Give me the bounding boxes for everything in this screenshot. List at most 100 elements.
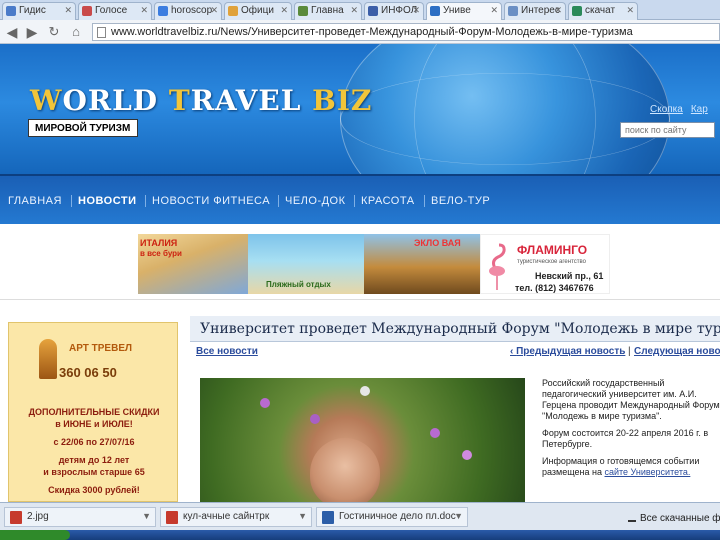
- header-links: Скопка Кар: [650, 104, 716, 115]
- close-tab-icon[interactable]: ✕: [490, 5, 498, 16]
- main-nav: ГЛАВНАЯ НОВОСТИ НОВОСТИ ФИТНЕСА ЧЕЛО-ДОК…: [0, 174, 720, 224]
- agency-phone: тел. (812) 3467676: [515, 283, 594, 293]
- browser-tab-active[interactable]: Униве ✕: [426, 2, 502, 21]
- chevron-down-icon[interactable]: ▼: [142, 511, 151, 521]
- next-news-link[interactable]: Следующая новос: [634, 346, 720, 357]
- browser-tab[interactable]: Интерес ✕: [504, 2, 566, 20]
- home-icon[interactable]: ⌂: [68, 24, 84, 40]
- browser-tab[interactable]: Главна ✕: [294, 2, 362, 20]
- browser-tab[interactable]: Голосе ✕: [78, 2, 152, 20]
- tab-label: Гидис: [19, 5, 46, 16]
- tab-label: Голосе: [95, 5, 128, 16]
- url-field[interactable]: www.worldtravelbiz.ru/News/Университет-п…: [92, 23, 720, 41]
- pdf-file-icon: [166, 511, 178, 524]
- download-item[interactable]: 2.jpg ▼: [4, 507, 156, 527]
- tab-label: Главна: [311, 5, 344, 16]
- nav-divider: [424, 195, 425, 207]
- header-link[interactable]: Кар: [691, 104, 708, 115]
- forward-icon[interactable]: ▶: [24, 24, 40, 40]
- nav-item-home[interactable]: ГЛАВНАЯ: [8, 195, 62, 207]
- article-body: Российский государственный педагогически…: [542, 378, 720, 502]
- chevron-down-icon[interactable]: ▼: [454, 511, 463, 521]
- nav-item-beauty[interactable]: КРАСОТА: [361, 195, 415, 207]
- browser-tab[interactable]: horoscop ✕: [154, 2, 222, 20]
- ad-brand: АРТ ТРЕВЕЛ: [69, 343, 133, 354]
- download-filename: кул-ачные сайнтрк: [183, 511, 270, 522]
- agency-subtitle: туристическое агентство: [517, 259, 586, 265]
- agency-address: Невский пр., 61: [535, 271, 604, 281]
- agency-name: ФЛАМИНГО: [517, 243, 588, 257]
- sidebar-ad[interactable]: АРТ ТРЕВЕЛ 360 06 50 ДОПОЛНИТЕЛЬНЫЕ СКИД…: [0, 316, 186, 502]
- download-filename: Гостиничное дело пл.doc: [339, 511, 456, 522]
- prev-news-label: Предыдущая новость: [516, 346, 626, 357]
- close-tab-icon[interactable]: ✕: [412, 5, 420, 16]
- ad-banner-row: ИТАЛИЯ в все бури Пляжный отдых ЭКЛО ВАЯ…: [0, 228, 720, 300]
- beach-ad[interactable]: Пляжный отдых: [248, 234, 364, 294]
- article-title: Университет проведет Международный Форум…: [200, 321, 720, 337]
- back-icon[interactable]: ◀: [4, 24, 20, 40]
- page-icon: [97, 27, 106, 38]
- nav-item-velo-tour[interactable]: ВЕЛО-ТУР: [431, 195, 490, 207]
- nav-item-fitness-news[interactable]: НОВОСТИ ФИТНЕСА: [152, 195, 270, 207]
- start-button[interactable]: [0, 530, 70, 540]
- reload-icon[interactable]: ↻: [46, 24, 62, 40]
- site-search-input[interactable]: [620, 122, 715, 138]
- tab-favicon-icon: [82, 6, 92, 16]
- tab-favicon-icon: [368, 6, 378, 16]
- flamingo-icon: [489, 243, 506, 290]
- image-file-icon: [10, 511, 22, 524]
- browser-tab[interactable]: ИНФОЛ ✕: [364, 2, 424, 20]
- nav-item-news[interactable]: НОВОСТИ: [78, 195, 137, 207]
- close-tab-icon[interactable]: ✕: [554, 5, 562, 16]
- header-link[interactable]: Скопка: [650, 104, 683, 115]
- browser-tab[interactable]: скачат ✕: [568, 2, 638, 20]
- ad-line: Скидка 3000 рублей!: [48, 485, 140, 495]
- browser-window: Гидис ✕ Голосе ✕ horoscop ✕ Офици ✕ Главна ✕ …: [0, 0, 720, 540]
- site-tagline: МИРОВОЙ ТУРИЗМ: [28, 119, 138, 137]
- thailand-ad[interactable]: ЭКЛО ВАЯ: [364, 234, 480, 294]
- tab-favicon-icon: [508, 6, 518, 16]
- word-file-icon: [322, 511, 334, 524]
- article-paragraph: Форум состоится 20-22 апреля 2016 г. в П…: [542, 428, 709, 449]
- nav-divider: [71, 195, 72, 207]
- show-all-label: Все скачанные файлы...: [640, 513, 720, 524]
- chevron-down-icon[interactable]: ▼: [298, 511, 307, 521]
- prev-news-link[interactable]: ‹ Предыдущая новость: [510, 346, 625, 357]
- tab-label: Униве: [443, 5, 471, 16]
- flamingo-ad[interactable]: ФЛАМИНГО туристическое агентство Невский…: [480, 234, 610, 294]
- ad-phone: 360 06 50: [59, 365, 117, 380]
- flower-decoration: [310, 414, 320, 424]
- close-tab-icon[interactable]: ✕: [64, 5, 72, 16]
- download-filename: 2.jpg: [27, 511, 49, 522]
- tab-label: Офици: [241, 5, 274, 16]
- article-nav: Все новости ‹ Предыдущая новость | Следу…: [190, 346, 720, 362]
- article-header: Университет проведет Международный Форум…: [190, 316, 720, 342]
- ad-text: ИТАЛИЯ: [140, 238, 178, 248]
- close-tab-icon[interactable]: ✕: [280, 5, 288, 16]
- site-header: WORLD TRAVEL BIZ МИРОВОЙ ТУРИЗМ Скопка Ка…: [0, 44, 720, 174]
- url-text: www.worldtravelbiz.ru/News/Университет-п…: [111, 26, 633, 38]
- tab-favicon-icon: [430, 6, 440, 16]
- browser-tab[interactable]: Офици ✕: [224, 2, 292, 20]
- article-paragraph: Информация о готовящемся событии размеще…: [542, 456, 720, 478]
- ad-text: ЭКЛО ВАЯ: [414, 238, 461, 248]
- site-logo[interactable]: WORLD TRAVEL BIZ: [30, 84, 372, 117]
- close-tab-icon[interactable]: ✕: [626, 5, 634, 16]
- university-site-link[interactable]: сайте Университета.: [605, 467, 691, 477]
- tab-label: скачат: [585, 5, 616, 16]
- download-item[interactable]: Гостиничное дело пл.doc ▼: [316, 507, 468, 527]
- download-item[interactable]: кул-ачные сайнтрк ▼: [160, 507, 312, 527]
- browser-tab[interactable]: Гидис ✕: [2, 2, 76, 20]
- art-travel-emblem-icon: [39, 339, 57, 379]
- show-all-downloads-link[interactable]: Все скачанные файлы...: [628, 512, 720, 524]
- all-news-link[interactable]: Все новости: [196, 346, 258, 357]
- nav-item-chelodok[interactable]: ЧЕЛО-ДОК: [285, 195, 346, 207]
- italy-ad[interactable]: ИТАЛИЯ в все бури: [138, 234, 248, 294]
- close-tab-icon[interactable]: ✕: [210, 5, 218, 16]
- flower-decoration: [430, 428, 440, 438]
- close-tab-icon[interactable]: ✕: [350, 5, 358, 16]
- close-tab-icon[interactable]: ✕: [140, 5, 148, 16]
- logo-text: ORLD: [62, 84, 169, 117]
- tab-favicon-icon: [572, 6, 582, 16]
- tab-favicon-icon: [158, 6, 168, 16]
